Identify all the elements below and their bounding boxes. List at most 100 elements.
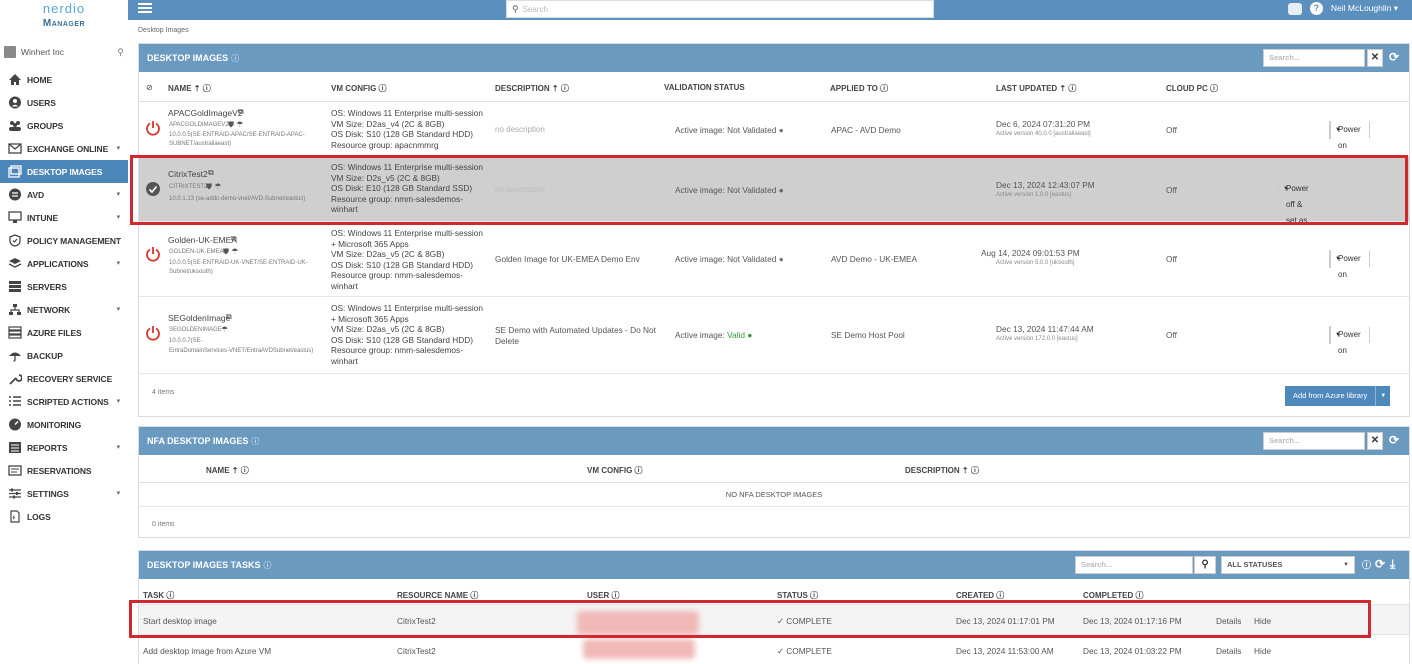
table-row[interactable]: SEGoldenImage ⧉ SEGOLDENIMAGE ☂ 10.0.0.7…: [139, 297, 1409, 374]
applied-to[interactable]: APAC - AVD Demo: [831, 125, 901, 135]
add-from-azure-library-button[interactable]: Add from Azure library ▼: [1285, 386, 1391, 406]
image-name-link[interactable]: Golden-UK-EMEA: [168, 235, 237, 245]
org-name: Winhert Inc: [21, 47, 64, 57]
help-icon[interactable]: ●: [779, 185, 784, 195]
search-input[interactable]: Search...: [1075, 556, 1193, 574]
details-link[interactable]: Details: [1216, 646, 1241, 656]
image-name-link[interactable]: SEGoldenImage: [168, 313, 230, 323]
sidebar-item-users[interactable]: USERS: [0, 91, 128, 114]
chevron-down-icon[interactable]: ▾: [117, 259, 121, 267]
chevron-down-icon[interactable]: ▾: [117, 213, 121, 221]
power-icon[interactable]: [145, 325, 161, 341]
logo[interactable]: nerdio Manager: [0, 0, 128, 40]
user-menu[interactable]: Neil McLoughlin ▾: [1331, 3, 1398, 14]
table-row[interactable]: Add desktop image from Azure VM CitrixTe…: [139, 635, 1409, 664]
search-input[interactable]: Search...: [1263, 432, 1365, 450]
sidebar-item-reservations[interactable]: RESERVATIONS: [0, 459, 128, 482]
table-row-selected[interactable]: CitrixTest2 ⧉ CITRIXTEST2 ⛊ ☂ 10.0.1.13 …: [139, 157, 1409, 241]
chevron-down-icon[interactable]: ▼: [1330, 332, 1346, 338]
chevron-down-icon[interactable]: ▼: [1330, 256, 1346, 262]
chevron-down-icon[interactable]: ▾: [117, 305, 121, 313]
image-name-link[interactable]: APACGoldImageV2: [168, 108, 243, 118]
col-description[interactable]: DESCRIPTION ⇡ ⓘ: [495, 83, 569, 94]
sidebar-item-recovery-service[interactable]: RECOVERY SERVICE: [0, 367, 128, 390]
external-link-icon[interactable]: ⧉: [238, 107, 244, 117]
sidebar-item-applications[interactable]: APPLICATIONS ▾: [0, 252, 128, 275]
table-row[interactable]: Start desktop image CitrixTest2 ✓ COMPLE…: [139, 605, 1409, 635]
help-icon[interactable]: ?: [1309, 2, 1323, 15]
clear-icon[interactable]: ✕: [1367, 49, 1383, 67]
chevron-down-icon[interactable]: ▾: [117, 397, 121, 405]
hide-link[interactable]: Hide: [1254, 646, 1271, 656]
col-name[interactable]: NAME ⇡ ⓘ: [168, 83, 211, 94]
power-on-button[interactable]: Power on ▼: [1329, 250, 1370, 279]
sidebar-item-intune[interactable]: INTUNE ▾: [0, 206, 128, 229]
search-icon[interactable]: ⚲: [117, 47, 124, 58]
info-icon[interactable]: ⓘ: [251, 436, 259, 447]
sidebar-item-monitoring[interactable]: MONITORING: [0, 413, 128, 436]
table-row[interactable]: Golden-UK-EMEA ⧉ GOLDEN-UK-EMEA ⛊ ☂ 10.0…: [139, 222, 1409, 297]
sidebar-item-azure-files[interactable]: AZURE FILES: [0, 321, 128, 344]
status-filter-select[interactable]: ALL STATUSES ▼: [1221, 556, 1355, 574]
select-all-icon[interactable]: ⊘: [146, 83, 153, 92]
applied-to[interactable]: AVD Demo - UK-EMEA: [831, 254, 917, 264]
shield-icon: ⛊ ☂: [206, 182, 222, 191]
refresh-icon[interactable]: ⟳: [1389, 50, 1399, 64]
external-link-icon[interactable]: ⧉: [231, 234, 237, 244]
col-name[interactable]: NAME ⇡ ⓘ: [206, 465, 249, 476]
info-icon[interactable]: ⓘ: [1362, 558, 1371, 571]
breadcrumb[interactable]: Desktop Images: [138, 27, 189, 34]
sidebar-item-backup[interactable]: BACKUP: [0, 344, 128, 367]
chevron-down-icon[interactable]: ▼: [1278, 186, 1294, 192]
chevron-down-icon[interactable]: ▾: [117, 443, 121, 451]
sidebar-item-settings[interactable]: SETTINGS ▾: [0, 482, 128, 505]
power-off-set-image-button[interactable]: Power off & set as image▼: [1277, 180, 1318, 241]
chevron-down-icon[interactable]: ▾: [117, 190, 121, 198]
chevron-down-icon[interactable]: ▾: [117, 144, 121, 152]
sidebar-item-scripted-actions[interactable]: SCRIPTED ACTIONS ▾: [0, 390, 128, 413]
sidebar-item-logs[interactable]: LOGS: [0, 505, 128, 528]
sidebar-item-groups[interactable]: GROUPS: [0, 114, 128, 137]
col-description[interactable]: DESCRIPTION ⇡ ⓘ: [905, 465, 979, 476]
power-on-button[interactable]: Power on ▼: [1329, 121, 1370, 150]
check-circle-icon[interactable]: [145, 181, 161, 197]
help-icon[interactable]: ●: [779, 254, 784, 264]
power-on-button[interactable]: Power on ▼: [1329, 326, 1370, 355]
refresh-icon[interactable]: ⟳: [1375, 557, 1385, 571]
chevron-down-icon[interactable]: ▼: [1330, 127, 1346, 133]
external-link-icon[interactable]: ⧉: [226, 312, 232, 322]
table-row[interactable]: APACGoldImageV2 ⧉ APACGOLDIMAGEV2 ⛊ ☂ 10…: [139, 102, 1409, 157]
download-icon[interactable]: ⤓: [1390, 557, 1395, 572]
hide-link[interactable]: Hide: [1254, 616, 1271, 626]
search-input[interactable]: Search...: [1263, 49, 1365, 67]
external-link-icon[interactable]: ⧉: [208, 168, 214, 178]
chevron-down-icon[interactable]: ▼: [1376, 393, 1390, 399]
chevron-down-icon[interactable]: ▾: [117, 489, 121, 497]
search-icon[interactable]: ⚲: [1194, 556, 1216, 574]
menu-icon[interactable]: [138, 3, 152, 13]
sidebar-item-desktop-images[interactable]: DESKTOP IMAGES: [0, 160, 128, 183]
image-name-link[interactable]: CitrixTest2: [168, 169, 208, 179]
org-selector[interactable]: Winhert Inc ⚲: [4, 44, 124, 60]
clear-icon[interactable]: ✕: [1367, 432, 1383, 450]
sidebar-item-reports[interactable]: REPORTS ▾: [0, 436, 128, 459]
sidebar-item-home[interactable]: HOME: [0, 68, 128, 91]
help-icon[interactable]: ●: [779, 125, 784, 135]
sidebar-item-avd[interactable]: AVD ▾: [0, 183, 128, 206]
backup-icon: [7, 349, 23, 363]
info-icon[interactable]: ⓘ: [264, 560, 272, 571]
info-icon[interactable]: ⓘ: [231, 53, 239, 64]
sidebar-item-network[interactable]: NETWORK ▾: [0, 298, 128, 321]
details-link[interactable]: Details: [1216, 616, 1241, 626]
refresh-icon[interactable]: ⟳: [1389, 433, 1399, 447]
sidebar-item-servers[interactable]: SERVERS: [0, 275, 128, 298]
applied-to[interactable]: SE Demo Host Pool: [831, 330, 905, 340]
chat-icon[interactable]: [1287, 2, 1302, 15]
col-updated[interactable]: LAST UPDATED ⇡ ⓘ: [996, 83, 1076, 94]
power-icon[interactable]: [145, 246, 161, 262]
chevron-down-icon[interactable]: ▾: [117, 236, 121, 244]
power-icon[interactable]: [145, 120, 161, 136]
sidebar-item-policy-management[interactable]: POLICY MANAGEMENT ▾: [0, 229, 128, 252]
global-search-input[interactable]: ⚲ Search: [506, 0, 934, 18]
sidebar-item-exchange-online[interactable]: EXCHANGE ONLINE ▾: [0, 137, 128, 160]
